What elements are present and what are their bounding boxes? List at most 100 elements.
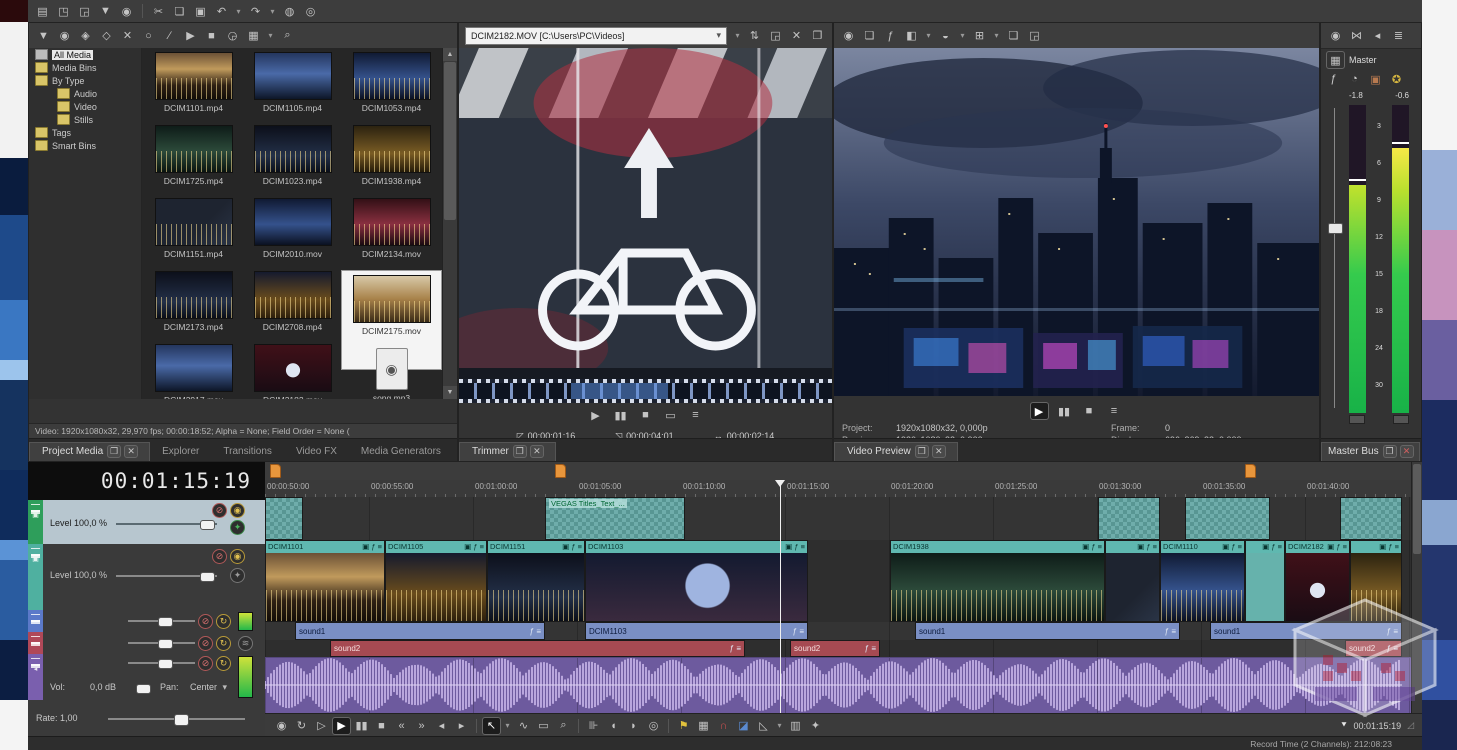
media-item-dcim1151.mp4[interactable]: DCIM1151.mp4 — [144, 198, 243, 271]
clip-fx-icons[interactable]: ƒ ≡ — [793, 627, 804, 636]
tab-video-fx[interactable]: Video FX — [284, 443, 349, 461]
tree-item-tags[interactable]: Tags — [29, 126, 141, 139]
track2-level-slider[interactable] — [116, 572, 217, 582]
audio-clip[interactable]: sound1 ƒ ≡ — [1210, 622, 1402, 640]
timeline-tracks-area[interactable]: 00:00:50:00 00:00:55:00 00:01:00:00 00:01:0… — [265, 462, 1412, 713]
dock-icon[interactable]: ❐ — [107, 445, 122, 458]
undo-drop-icon[interactable]: ▾ — [234, 3, 243, 19]
video-clip[interactable]: DCIM1103 ▣ ƒ ≡ — [585, 540, 808, 622]
track2-level-knob[interactable] — [200, 572, 215, 582]
quality-icon[interactable]: ◒ — [937, 28, 954, 44]
play-button[interactable]: ▶ — [1029, 402, 1049, 420]
chevron-down-icon[interactable]: ▾ — [222, 682, 227, 693]
menu-button[interactable]: ≡ — [687, 407, 704, 423]
timeline-scrollbar[interactable] — [1411, 462, 1422, 713]
audio-clip[interactable]: DCIM1103 ƒ ≡ — [585, 622, 808, 640]
video-clip[interactable]: DCIM1105 ▣ ƒ ≡ — [385, 540, 487, 622]
track2-solo-button[interactable]: ◉ — [230, 549, 245, 564]
track5-mute-button[interactable]: ⊘ — [198, 656, 213, 671]
pause-button[interactable]: ▮▮ — [612, 407, 629, 423]
cut-icon[interactable]: ✂ — [150, 3, 167, 19]
capture-video-icon[interactable]: ◉ — [56, 28, 73, 44]
clip-fx-icons[interactable]: ƒ ≡ — [865, 644, 876, 653]
track4-vol-slider[interactable] — [128, 639, 195, 649]
clip-fx-icons[interactable]: ƒ ≡ — [730, 644, 741, 653]
tree-item-stills[interactable]: Stills — [29, 113, 141, 126]
import-media-icon[interactable]: ▼ — [35, 28, 52, 44]
media-item-dcim1053.mp4[interactable]: DCIM1053.mp4 — [342, 52, 441, 125]
media-item-dcim2708.mp4[interactable]: DCIM2708.mp4 — [243, 271, 342, 344]
copy-snapshot-icon[interactable]: ❏ — [1005, 28, 1022, 44]
audio-clip[interactable]: sound2 ƒ ≡ — [790, 640, 880, 657]
get-photo-icon[interactable]: ◇ — [98, 28, 115, 44]
audio-track-1-lane[interactable]: sound1 ƒ ≡ DCIM1103 ƒ ≡ sound1 ƒ ≡ sound1 ƒ ≡ — [265, 622, 1412, 640]
audio-track-2-lane[interactable]: sound2 ƒ ≡ sound2 ƒ ≡ sound2 ƒ ≡ — [265, 640, 1412, 657]
stop-button[interactable]: ■ — [637, 407, 654, 423]
copy-icon[interactable]: ❏ — [171, 3, 188, 19]
media-bin-tree[interactable]: All Media Media Bins By Type Audio Video Stil… — [29, 48, 142, 399]
redo-drop-icon[interactable]: ▾ — [268, 3, 277, 19]
record-button[interactable]: ◉ — [273, 718, 290, 734]
dock-icon[interactable]: ❐ — [512, 445, 527, 458]
tab-master-bus[interactable]: Master Bus ❐ ✕ — [1321, 442, 1420, 461]
track5-knob[interactable] — [158, 659, 174, 669]
marker-tool-button[interactable]: ⚑ — [675, 718, 692, 734]
track1-solo-button[interactable]: ◉ — [230, 503, 245, 518]
clip-fx-icons[interactable]: ▣ ƒ ≡ — [1222, 541, 1242, 553]
timeline-marker[interactable] — [555, 464, 566, 478]
media-item-dcim2917.mov[interactable]: DCIM2917.mov — [144, 344, 243, 399]
tree-item-media-bins[interactable]: Media Bins — [29, 61, 141, 74]
video-clip[interactable]: DCIM1151 ▣ ƒ ≡ — [487, 540, 585, 622]
zoom-tool-button[interactable]: ⌕ — [555, 718, 572, 734]
play-button[interactable]: ▶ — [332, 716, 351, 735]
timeline-time-display[interactable]: 00:01:15:19 — [28, 462, 265, 500]
undo-icon[interactable]: ↶ — [213, 3, 230, 19]
media-item-dcim2173.mp4[interactable]: DCIM2173.mp4 — [144, 271, 243, 344]
extract-audio-icon[interactable]: ◈ — [77, 28, 94, 44]
track-header-video-1[interactable]: ▣ Level 100,0 % ⊘ ◉ ✦ — [28, 500, 265, 545]
render-as-icon[interactable]: ▼ — [97, 3, 114, 19]
audio-tool-button[interactable]: ∩ — [715, 718, 732, 734]
track3-vol-slider[interactable] — [128, 617, 195, 627]
video-clip[interactable]: ▣ ƒ ≡ — [1350, 540, 1402, 622]
pan-value[interactable]: Center — [190, 682, 217, 692]
title-clip[interactable] — [1185, 497, 1270, 540]
rate-slider[interactable] — [108, 714, 245, 726]
list-button[interactable]: ▥ — [787, 718, 804, 734]
scroll-up-icon[interactable]: ▲ — [443, 48, 457, 61]
clip-fx-icons[interactable]: ▣ ƒ ≡ — [785, 541, 805, 553]
mixer-faders-icon[interactable]: ≣ — [1390, 28, 1407, 44]
preview-media-icon[interactable]: ▶ — [182, 28, 199, 44]
rate-knob[interactable] — [173, 714, 189, 726]
script-icon[interactable]: ƒ — [882, 28, 899, 44]
pause-button[interactable]: ▮▮ — [353, 718, 370, 734]
loop-button[interactable]: ▭ — [662, 407, 679, 423]
region-tool-button[interactable]: ▦ — [695, 718, 712, 734]
pause-button[interactable]: ▮▮ — [1056, 403, 1073, 419]
trim-drop-button[interactable]: ▾ — [775, 718, 784, 734]
master-fader-handle[interactable] — [1328, 223, 1343, 234]
track4-vol-knob[interactable] — [158, 639, 174, 649]
edit-tool-button[interactable]: ↖ — [482, 716, 501, 735]
track5-strip[interactable]: ◂ — [28, 654, 43, 700]
dock-icon[interactable]: ❐ — [914, 445, 929, 458]
tree-item-by-type[interactable]: By Type — [29, 74, 141, 87]
clip-fx-icons[interactable]: ▣ ƒ ≡ — [362, 541, 382, 553]
track4-solo-button[interactable]: ↻ — [216, 636, 231, 651]
media-item-dcim2134.mov[interactable]: DCIM2134.mov — [342, 198, 441, 271]
track5-solo-button[interactable]: ↻ — [216, 656, 231, 671]
track-header-audio-2[interactable]: ⊘ ↻ ≋ — [28, 632, 265, 655]
tab-trimmer[interactable]: Trimmer ❐ ✕ — [459, 442, 556, 461]
title-clip[interactable]: VEGAS Titles_Text_... — [545, 497, 685, 540]
track4-fx-button[interactable]: ≋ — [238, 636, 253, 651]
go-to-start-button[interactable]: « — [393, 718, 410, 734]
external-monitor-icon[interactable]: ❏ — [861, 28, 878, 44]
music-track-lane[interactable] — [265, 657, 1412, 713]
tab-project-media[interactable]: Project Media ❐ ✕ — [29, 442, 151, 461]
tree-item-video[interactable]: Video — [29, 100, 141, 113]
clip-indicator-right[interactable] — [1393, 415, 1409, 424]
save-icon[interactable]: ◲ — [76, 3, 93, 19]
track-header-audio-1[interactable]: ⊘ ↻ — [28, 610, 265, 633]
play-from-start-button[interactable]: ▷ — [313, 718, 330, 734]
stop-button[interactable]: ■ — [1081, 403, 1098, 419]
